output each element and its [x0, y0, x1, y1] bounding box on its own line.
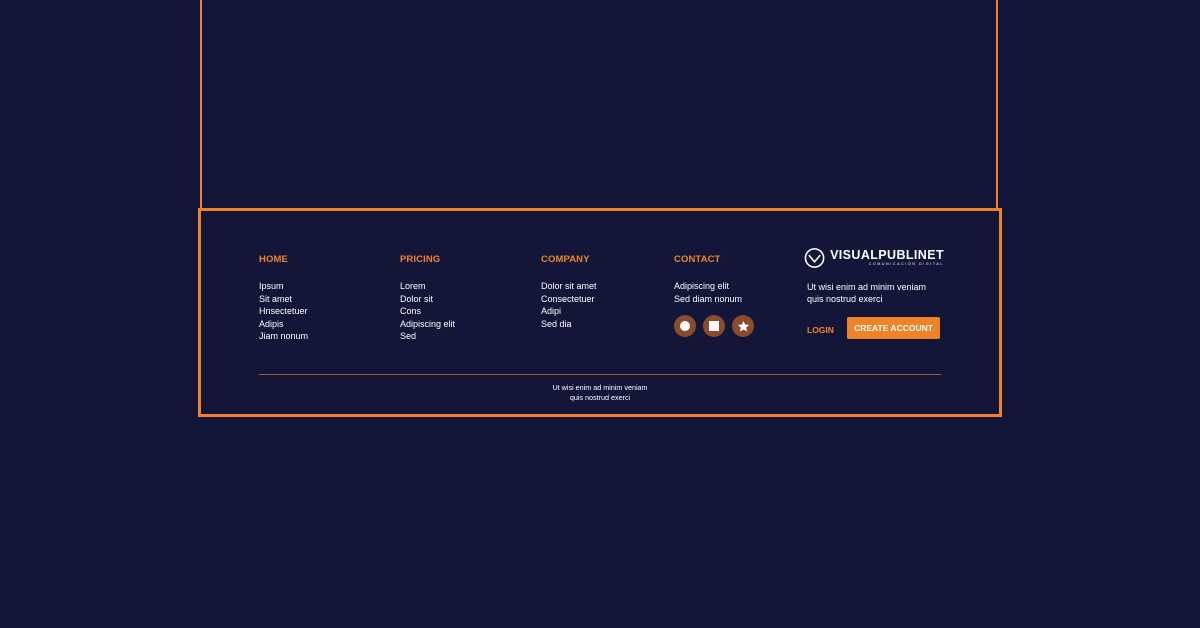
footer-link[interactable]: Cons — [400, 305, 455, 318]
footer-bottom-line: Ut wisi enim ad minim veniam — [552, 383, 648, 392]
footer-link[interactable]: Jiam nonum — [259, 330, 308, 343]
brand-name: VISUALPUBLINET — [830, 248, 944, 262]
square-icon — [709, 321, 719, 331]
footer-bottom-text: Ut wisi enim ad minim veniam quis nostru… — [201, 383, 999, 403]
circle-icon — [680, 321, 690, 331]
footer-link[interactable]: Sed dia — [541, 318, 597, 331]
footer-link[interactable]: Sit amet — [259, 293, 308, 306]
footer-links-company: Dolor sit amet Consectetuer Adipi Sed di… — [541, 280, 597, 330]
brand-description-line: Ut wisi enim ad minim veniam — [807, 282, 927, 292]
footer-link[interactable]: Adipiscing elit — [674, 280, 742, 293]
footer-links-home: Ipsum Sit amet Hnsectetuer Adipis Jiam n… — [259, 280, 308, 343]
footer-divider — [259, 374, 941, 375]
brand-description-line: quis nostrud exerci — [807, 294, 883, 304]
social-button-star[interactable] — [732, 315, 754, 337]
brand-description: Ut wisi enim ad minim veniam quis nostru… — [807, 281, 957, 305]
site-footer: HOME Ipsum Sit amet Hnsectetuer Adipis J… — [198, 208, 1002, 417]
star-icon — [737, 320, 749, 332]
footer-heading-company[interactable]: COMPANY — [541, 254, 597, 266]
footer-column-company: COMPANY Dolor sit amet Consectetuer Adip… — [541, 254, 597, 330]
footer-link[interactable]: Adipiscing elit — [400, 318, 455, 331]
footer-column-contact: CONTACT Adipiscing elit Sed diam nonum — [674, 254, 742, 305]
footer-heading-home[interactable]: HOME — [259, 254, 308, 266]
logo-text: VISUALPUBLINET COMUNICACIÓN DIGITAL — [830, 249, 944, 267]
create-account-button[interactable]: CREATE ACCOUNT — [847, 317, 940, 339]
footer-link[interactable]: Dolor sit — [400, 293, 455, 306]
logo[interactable]: VISUALPUBLINET COMUNICACIÓN DIGITAL — [804, 247, 944, 269]
footer-link[interactable]: Sed — [400, 330, 455, 343]
footer-link[interactable]: Dolor sit amet — [541, 280, 597, 293]
footer-heading-pricing[interactable]: PRICING — [400, 254, 455, 266]
login-link[interactable]: LOGIN — [807, 324, 834, 336]
footer-link[interactable]: Sed diam nonum — [674, 293, 742, 306]
checkmark-circle-icon — [804, 248, 825, 268]
footer-column-pricing: PRICING Lorem Dolor sit Cons Adipiscing … — [400, 254, 455, 343]
footer-link[interactable]: Consectetuer — [541, 293, 597, 306]
footer-link[interactable]: Lorem — [400, 280, 455, 293]
social-button-circle[interactable] — [674, 315, 696, 337]
footer-links-contact: Adipiscing elit Sed diam nonum — [674, 280, 742, 305]
social-links — [674, 315, 754, 337]
footer-links-pricing: Lorem Dolor sit Cons Adipiscing elit Sed — [400, 280, 455, 343]
content-frame — [200, 0, 998, 208]
social-button-square[interactable] — [703, 315, 725, 337]
brand-block: VISUALPUBLINET COMUNICACIÓN DIGITAL — [804, 247, 944, 269]
footer-heading-contact[interactable]: CONTACT — [674, 254, 742, 266]
footer-column-home: HOME Ipsum Sit amet Hnsectetuer Adipis J… — [259, 254, 308, 343]
brand-tagline: COMUNICACIÓN DIGITAL — [868, 262, 944, 266]
footer-bottom-line: quis nostrud exerci — [569, 393, 631, 402]
footer-link[interactable]: Hnsectetuer — [259, 305, 308, 318]
footer-link[interactable]: Ipsum — [259, 280, 308, 293]
page: HOME Ipsum Sit amet Hnsectetuer Adipis J… — [0, 0, 1200, 628]
footer-link[interactable]: Adipis — [259, 318, 308, 331]
footer-link[interactable]: Adipi — [541, 305, 597, 318]
